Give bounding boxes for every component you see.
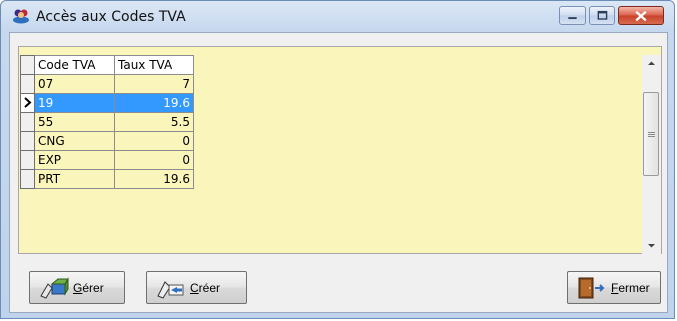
row-indicator[interactable]: [20, 131, 35, 151]
row-indicator[interactable]: [20, 93, 35, 113]
table-row[interactable]: CNG 0: [20, 131, 194, 151]
current-row-arrow-icon: [24, 97, 32, 108]
table-row-selected[interactable]: 19 19.6: [20, 93, 194, 113]
minimize-icon: [568, 17, 577, 20]
manage-icon: [40, 276, 69, 299]
window: Accès aux Codes TVA Code TVA Taux TVA 07…: [0, 0, 675, 319]
create-button-label: Créer: [190, 281, 220, 295]
create-label-rest: réer: [198, 280, 221, 295]
thumb-grip: [648, 134, 655, 135]
rate-cell[interactable]: 7: [114, 74, 194, 94]
create-icon: [157, 280, 184, 299]
column-header-code[interactable]: Code TVA: [34, 55, 115, 75]
manage-button-label: Gérer: [73, 281, 104, 295]
rate-cell[interactable]: 0: [114, 131, 194, 151]
code-cell[interactable]: 55: [34, 112, 115, 132]
column-header-rate[interactable]: Taux TVA: [114, 55, 194, 75]
window-title: Accès aux Codes TVA: [36, 9, 186, 25]
code-cell[interactable]: 07: [34, 74, 115, 94]
close-label-rest: ermer: [618, 280, 650, 295]
manage-label-rest: érer: [82, 280, 104, 295]
rate-cell[interactable]: 19.6: [114, 169, 194, 189]
code-cell[interactable]: EXP: [34, 150, 115, 170]
maximize-icon: [597, 10, 608, 20]
tva-table: Code TVA Taux TVA 07 7 19 19.6 55 5.5 CN…: [20, 55, 194, 189]
close-form-button-label: Fermer: [611, 281, 650, 295]
rate-cell[interactable]: 0: [114, 150, 194, 170]
manage-button[interactable]: Gérer: [29, 271, 125, 304]
table-row[interactable]: 07 7: [20, 74, 194, 94]
row-indicator[interactable]: [20, 112, 35, 132]
table-row[interactable]: 55 5.5: [20, 112, 194, 132]
rate-cell[interactable]: 19.6: [114, 93, 194, 113]
scroll-up-arrow-icon[interactable]: [642, 55, 661, 72]
minimize-button[interactable]: [559, 6, 586, 25]
code-cell[interactable]: CNG: [34, 131, 115, 151]
scroll-down-arrow-icon[interactable]: [642, 237, 661, 254]
close-form-button[interactable]: Fermer: [567, 271, 661, 304]
table-row[interactable]: EXP 0: [20, 150, 194, 170]
row-indicator[interactable]: [20, 169, 35, 189]
exit-door-icon: [578, 277, 605, 298]
vertical-scrollbar[interactable]: [642, 55, 661, 254]
table-row[interactable]: PRT 19.6: [20, 169, 194, 189]
users-icon: [13, 9, 29, 24]
close-icon: [635, 10, 647, 22]
close-button[interactable]: [618, 6, 664, 25]
scrollbar-thumb[interactable]: [643, 92, 659, 176]
rate-cell[interactable]: 5.5: [114, 112, 194, 132]
thumb-grip: [648, 136, 655, 137]
code-cell[interactable]: PRT: [34, 169, 115, 189]
maximize-button[interactable]: [589, 6, 615, 25]
create-button[interactable]: Créer: [146, 271, 247, 304]
create-accelerator-letter: C: [190, 280, 199, 295]
manage-accelerator-letter: G: [73, 280, 83, 295]
title-bar[interactable]: Accès aux Codes TVA: [1, 1, 674, 31]
header-indicator-cell: [20, 55, 35, 75]
table-header: Code TVA Taux TVA: [20, 55, 194, 75]
row-indicator[interactable]: [20, 150, 35, 170]
code-cell[interactable]: 19: [34, 93, 115, 113]
row-indicator[interactable]: [20, 74, 35, 94]
tva-grid[interactable]: Code TVA Taux TVA 07 7 19 19.6 55 5.5 CN…: [18, 46, 662, 254]
thumb-grip: [648, 132, 655, 133]
